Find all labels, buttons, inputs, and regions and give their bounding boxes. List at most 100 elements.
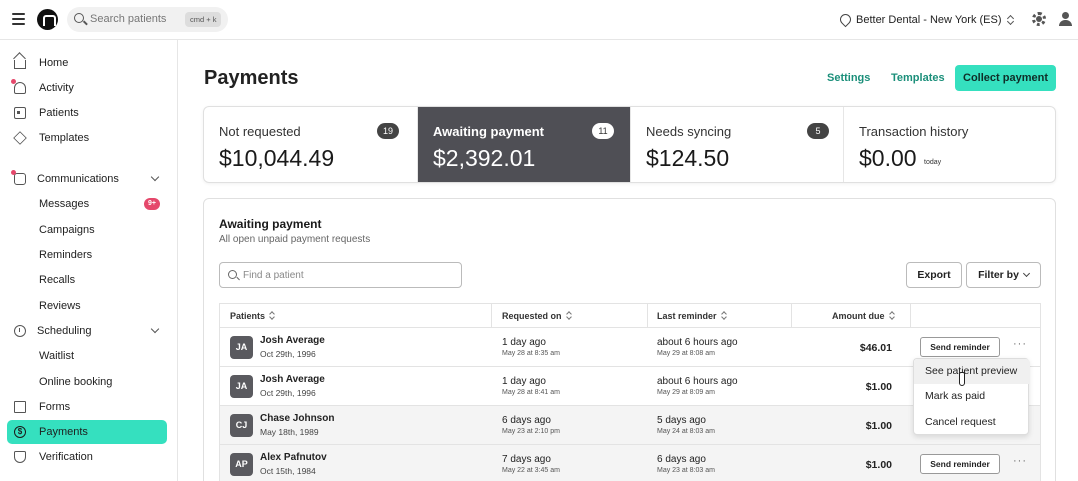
sidebar-item-recalls[interactable]: Recalls <box>7 268 167 292</box>
requested-on: 7 days ago <box>502 454 551 465</box>
gear-icon[interactable] <box>1032 12 1046 26</box>
patient-name[interactable]: Josh Average <box>260 374 325 385</box>
sidebar-item-reminders[interactable]: Reminders <box>7 243 167 267</box>
settings-button[interactable]: Settings <box>827 72 870 84</box>
patient-name[interactable]: Alex Pafnutov <box>260 452 327 463</box>
location-pin-icon <box>840 14 850 26</box>
search-icon <box>74 13 84 23</box>
stat-label: Awaiting payment <box>433 124 545 139</box>
find-patient-input[interactable]: Find a patient <box>243 270 304 281</box>
sort-icon <box>567 312 572 320</box>
patient-dob: Oct 15th, 1984 <box>260 466 316 476</box>
awaiting-payment-panel: Awaiting payment All open unpaid payment… <box>203 198 1056 481</box>
more-options-icon[interactable]: ··· <box>1013 455 1027 467</box>
stat-count-badge: 19 <box>377 123 400 139</box>
stat-label: Transaction history <box>859 124 969 139</box>
sidebar-item-label: Payments <box>39 426 88 438</box>
sidebar-item-label: Online booking <box>39 376 113 388</box>
stat-awaiting-payment[interactable]: Awaiting payment $2,392.01 11 <box>418 107 631 182</box>
notification-dot <box>11 79 16 84</box>
last-reminder: about 6 hours ago <box>657 337 738 348</box>
home-icon <box>14 60 26 69</box>
header-amount-due[interactable]: Amount due <box>832 311 895 321</box>
shield-icon <box>14 451 26 463</box>
sidebar-item-home[interactable]: Home <box>7 51 167 75</box>
patient-name[interactable]: Chase Johnson <box>260 413 334 424</box>
app-logo[interactable] <box>37 9 58 30</box>
menu-mark-as-paid[interactable]: Mark as paid <box>914 384 1030 409</box>
filter-label: Filter by <box>978 269 1019 281</box>
stat-count-badge: 11 <box>592 123 614 139</box>
menu-see-patient-preview[interactable]: See patient preview <box>914 359 1030 384</box>
row-actions-menu: See patient preview Mark as paid Cancel … <box>913 358 1030 435</box>
send-reminder-button[interactable]: Send reminder <box>920 337 1000 357</box>
sidebar-item-label: Reminders <box>39 249 93 261</box>
send-reminder-button[interactable]: Send reminder <box>920 454 1000 474</box>
stat-not-requested[interactable]: Not requested $10,044.49 19 <box>204 107 418 182</box>
sidebar-item-waitlist[interactable]: Waitlist <box>7 344 167 368</box>
sidebar-item-label: Verification <box>39 451 93 463</box>
sidebar-item-label: Reviews <box>39 300 81 312</box>
menu-icon[interactable] <box>12 13 25 25</box>
sidebar-item-label: Communications <box>37 173 119 185</box>
sidebar-item-reviews[interactable]: Reviews <box>7 294 167 318</box>
sidebar-item-online-booking[interactable]: Online booking <box>7 370 167 394</box>
templates-button[interactable]: Templates <box>891 72 945 84</box>
amount-due: $46.01 <box>859 342 892 354</box>
menu-cancel-request[interactable]: Cancel request <box>914 410 1030 435</box>
box-icon <box>13 131 27 145</box>
filter-by-button[interactable]: Filter by <box>966 262 1041 288</box>
payment-stats: Not requested $10,044.49 19 Awaiting pay… <box>203 106 1056 183</box>
sidebar-item-activity[interactable]: Activity <box>7 76 167 100</box>
sidebar-item-label: Home <box>39 57 69 69</box>
requested-on: 1 day ago <box>502 337 546 348</box>
find-patient-field[interactable]: Find a patient <box>219 262 462 288</box>
header-requested-on[interactable]: Requested on <box>502 311 572 321</box>
sidebar-item-campaigns[interactable]: Campaigns <box>7 218 167 242</box>
sidebar-item-label: Waitlist <box>39 350 75 362</box>
dollar-icon: $ <box>14 426 26 438</box>
sidebar-item-communications[interactable]: Communications <box>7 167 167 191</box>
last-reminder: 6 days ago <box>657 454 706 465</box>
avatar: JA <box>230 336 253 359</box>
location-selector[interactable]: Better Dental - New York (ES) <box>840 12 1014 28</box>
stat-label: Needs syncing <box>646 124 732 139</box>
location-label: Better Dental - New York (ES) <box>856 14 1002 26</box>
sort-icon <box>890 312 895 320</box>
chevron-updown-icon <box>1008 15 1014 25</box>
bell-icon <box>11 79 26 94</box>
search-icon <box>228 270 237 279</box>
stat-needs-syncing[interactable]: Needs syncing $124.50 5 <box>631 107 844 182</box>
sidebar-item-patients[interactable]: Patients <box>7 101 167 125</box>
patient-search[interactable]: Search patients cmd + k <box>67 7 228 32</box>
top-bar: Search patients cmd + k Better Dental - … <box>0 0 1078 40</box>
sidebar-item-forms[interactable]: Forms <box>7 395 167 419</box>
sidebar-item-payments[interactable]: $ Payments <box>7 420 167 444</box>
sidebar-item-label: Forms <box>39 401 71 413</box>
patient-dob: Oct 29th, 1996 <box>260 388 316 398</box>
stat-transaction-history[interactable]: Transaction history $0.00 today <box>844 107 1055 182</box>
stat-count-badge: 5 <box>807 123 829 139</box>
amount-due: $1.00 <box>865 459 892 471</box>
export-button[interactable]: Export <box>906 262 962 288</box>
sidebar-item-label: Patients <box>39 107 79 119</box>
sidebar-item-scheduling[interactable]: Scheduling <box>7 319 167 343</box>
sidebar-item-messages[interactable]: Messages 9+ <box>7 192 167 216</box>
patient-name[interactable]: Josh Average <box>260 335 325 346</box>
stat-suffix: today <box>924 159 942 166</box>
sidebar-item-label: Campaigns <box>39 224 95 236</box>
search-input[interactable]: Search patients <box>90 13 166 25</box>
user-icon[interactable] <box>1059 12 1072 27</box>
header-last-reminder[interactable]: Last reminder <box>657 311 727 321</box>
stat-value: $0.00 <box>859 145 917 171</box>
header-patients[interactable]: Patients <box>230 311 275 321</box>
document-icon <box>14 401 26 413</box>
collect-payment-button[interactable]: Collect payment <box>955 65 1056 91</box>
sidebar-item-verification[interactable]: Verification <box>7 445 167 469</box>
sidebar-item-templates[interactable]: Templates <box>7 126 167 150</box>
sidebar-item-label: Activity <box>39 82 74 94</box>
hand-cursor-icon <box>957 372 966 386</box>
more-options-icon[interactable]: ··· <box>1013 338 1027 350</box>
table-row[interactable]: AP Alex Pafnutov Oct 15th, 1984 7 days a… <box>219 444 1041 481</box>
patient-dob: May 18th, 1989 <box>260 427 319 437</box>
